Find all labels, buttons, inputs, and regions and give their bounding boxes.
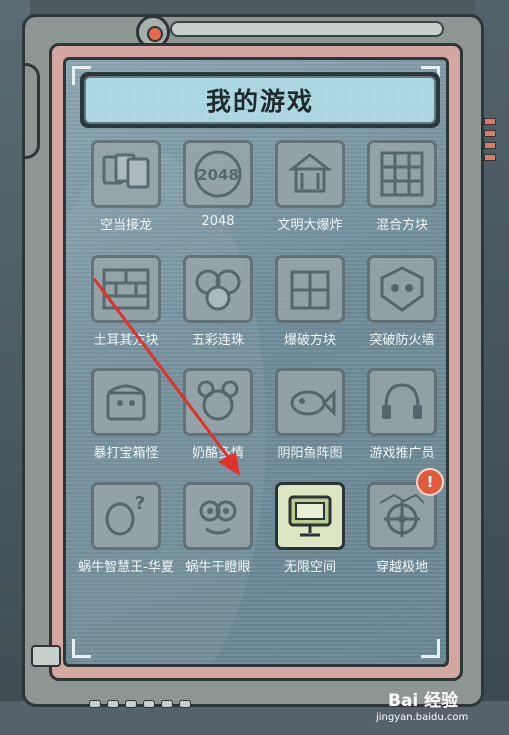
- title-plate: 我的游戏: [80, 72, 440, 128]
- headset-icon[interactable]: [367, 368, 437, 436]
- game-label: 五彩连珠: [191, 333, 244, 348]
- game-tile[interactable]: ? 蜗牛智慧王-华夏: [78, 482, 174, 592]
- side-pins: [484, 118, 496, 161]
- game-tile[interactable]: 混合方块: [356, 140, 446, 250]
- pin: [484, 142, 496, 149]
- balls-icon[interactable]: [183, 255, 253, 323]
- game-tile[interactable]: 土耳其方块: [80, 255, 172, 365]
- game-tile[interactable]: 文明大爆炸: [264, 140, 356, 250]
- monitor-icon[interactable]: [275, 482, 345, 550]
- page-title: 我的游戏: [205, 87, 314, 116]
- explode-block-icon[interactable]: [275, 255, 345, 323]
- game-label: 无限空间: [283, 560, 336, 575]
- vent: [125, 700, 137, 708]
- new-badge-icon: !: [416, 468, 444, 496]
- corner-bracket: [72, 639, 91, 658]
- screen-frame: 我的游戏 空当接龙 2048 2048 文明大爆炸 混合方块土耳其方块 五彩连珠 爆破方块 突…: [49, 43, 463, 681]
- game-label: 爆破方块: [283, 333, 336, 348]
- game-tile[interactable]: 突破防火墙: [356, 255, 446, 365]
- game-label: 2048: [201, 214, 235, 229]
- game-tile[interactable]: 游戏推广员: [356, 368, 446, 478]
- chest-monster-icon[interactable]: [91, 368, 161, 436]
- game-label: 土耳其方块: [93, 333, 159, 348]
- game-tile[interactable]: 无限空间: [264, 482, 356, 592]
- title-panel: 我的游戏: [84, 76, 436, 124]
- pin: [484, 154, 496, 161]
- game-tile[interactable]: 暴打宝箱怪: [80, 368, 172, 478]
- game-tile[interactable]: 阴阳鱼阵图: [264, 368, 356, 478]
- vent: [179, 700, 191, 708]
- game-label: 蜗牛智慧王-华夏: [78, 560, 174, 575]
- vent: [107, 700, 119, 708]
- game-label: 奶酪多情: [191, 446, 244, 461]
- game-label: 突破防火墙: [369, 333, 435, 348]
- game-tile[interactable]: 蜗牛干瞪眼: [172, 482, 264, 592]
- side-knob: [31, 645, 61, 667]
- svg-text:2048: 2048: [197, 166, 239, 184]
- game-label: 穿越极地: [375, 560, 428, 575]
- game-tile[interactable]: 奶酪多情: [172, 368, 264, 478]
- game-label: 阴阳鱼阵图: [277, 446, 343, 461]
- snail-face-icon[interactable]: [183, 482, 253, 550]
- top-slot: [170, 21, 444, 37]
- vent: [161, 700, 173, 708]
- watermark-brand: Bai 经验: [388, 691, 459, 711]
- corner-bracket: [421, 639, 440, 658]
- game-console-frame: 我的游戏 空当接龙 2048 2048 文明大爆炸 混合方块土耳其方块 五彩连珠 爆破方块 突…: [22, 14, 484, 708]
- blocks-grid-icon[interactable]: [367, 140, 437, 208]
- game-label: 蜗牛干瞪眼: [185, 560, 251, 575]
- pin: [484, 118, 496, 125]
- game-label: 游戏推广员: [369, 446, 435, 461]
- 2048-icon[interactable]: 2048: [183, 140, 253, 208]
- bottom-vents: [89, 700, 191, 708]
- game-tile[interactable]: 空当接龙: [80, 140, 172, 250]
- lantern-question-icon[interactable]: ?: [91, 482, 161, 550]
- game-label: 暴打宝箱怪: [93, 446, 159, 461]
- game-tile[interactable]: 2048 2048: [172, 140, 264, 250]
- game-label: 空当接龙: [99, 218, 152, 233]
- vent: [89, 700, 101, 708]
- game-tile[interactable]: 五彩连珠: [172, 255, 264, 365]
- svg-text:?: ?: [135, 493, 145, 514]
- game-label: 混合方块: [375, 218, 428, 233]
- game-tile[interactable]: 爆破方块: [264, 255, 356, 365]
- fish-icon[interactable]: [275, 368, 345, 436]
- vent: [143, 700, 155, 708]
- watermark-url: jingyan.baidu.com: [376, 712, 469, 723]
- cable: [23, 63, 40, 159]
- shield-robot-icon[interactable]: [367, 255, 437, 323]
- game-tile[interactable]: 穿越极地!: [356, 468, 446, 592]
- power-light-dot: [147, 26, 163, 42]
- mouse-icon[interactable]: [183, 368, 253, 436]
- temple-icon[interactable]: [275, 140, 345, 208]
- game-label: 文明大爆炸: [277, 218, 343, 233]
- brick-wall-icon[interactable]: [91, 255, 161, 323]
- pin: [484, 130, 496, 137]
- cards-icon[interactable]: [91, 140, 161, 208]
- game-screen: 我的游戏 空当接龙 2048 2048 文明大爆炸 混合方块土耳其方块 五彩连珠 爆破方块 突…: [63, 57, 449, 667]
